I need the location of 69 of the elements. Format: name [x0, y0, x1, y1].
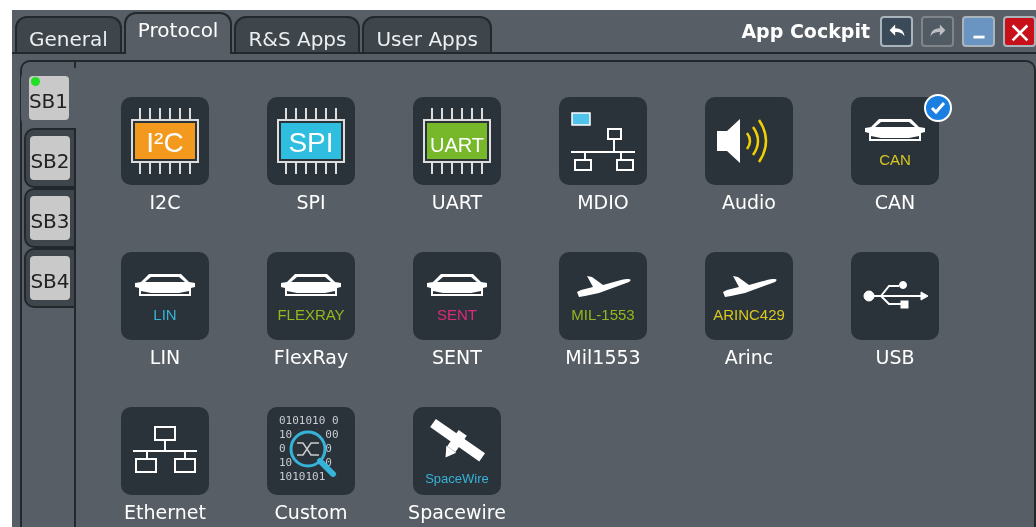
tab[interactable]: Protocol — [123, 12, 233, 54]
speaker-icon — [717, 118, 768, 164]
icon-caption: SpaceWire — [425, 471, 489, 486]
redo-icon — [930, 24, 945, 37]
icon-caption: MIL-1553 — [571, 306, 635, 323]
close-icon — [1011, 24, 1028, 41]
tab[interactable]: General — [15, 16, 122, 52]
icon-caption: CAN — [879, 151, 911, 168]
app-label: Custom — [274, 500, 348, 525]
app-button[interactable]: MIL-1553 — [559, 252, 647, 340]
app-label: Spacewire — [408, 500, 506, 525]
back-button[interactable] — [880, 16, 913, 47]
side-tab[interactable]: SB4 — [24, 248, 74, 308]
app-label: FlexRay — [273, 345, 349, 370]
car-icon — [281, 274, 341, 296]
icon-caption: FLEXRAY — [277, 306, 345, 323]
app-label: CAN — [874, 190, 916, 215]
window-title: App Cockpit — [741, 19, 870, 45]
side-tab[interactable]: SB1 — [21, 68, 76, 128]
app-label: I2C — [149, 190, 181, 215]
icon-caption: UART — [429, 134, 485, 156]
binary-digits: 0101010 0 — [279, 414, 339, 427]
tab[interactable]: R&S Apps — [234, 16, 361, 52]
chip-icon — [423, 108, 491, 174]
icon-caption: LIN — [153, 306, 177, 323]
app-label: USB — [875, 345, 915, 370]
binary-digits: 0 0 — [279, 442, 332, 455]
checkmark-icon — [923, 93, 953, 123]
app-button[interactable] — [121, 407, 209, 495]
minimize-icon — [972, 35, 985, 38]
chip-icon — [277, 108, 345, 174]
tab[interactable]: User Apps — [362, 16, 492, 52]
car-icon — [865, 119, 925, 141]
icon-caption: SPI — [288, 127, 334, 158]
app-label: SENT — [432, 345, 482, 370]
app-button[interactable] — [851, 252, 939, 340]
app-label: MDIO — [577, 190, 629, 215]
icon-caption: I²C — [146, 127, 184, 158]
binary-digits: 1010101 — [279, 470, 326, 483]
app-label: LIN — [149, 345, 181, 370]
app-label: Arinc — [724, 345, 774, 370]
network-chip-icon — [570, 112, 636, 171]
app-button[interactable]: SpaceWire — [413, 407, 501, 495]
close-button[interactable] — [1003, 16, 1036, 47]
undo-icon — [889, 24, 904, 37]
side-tab[interactable]: SB3 — [24, 188, 74, 248]
app-button[interactable]: LIN — [121, 252, 209, 340]
app-label: Audio — [722, 190, 776, 215]
app-button[interactable]: ARINC429 — [705, 252, 793, 340]
usb-icon — [863, 281, 929, 309]
app-label: Mil1553 — [565, 345, 641, 370]
car-icon — [135, 274, 195, 296]
app-button[interactable] — [705, 97, 793, 185]
icon-caption: ARINC429 — [713, 306, 785, 323]
airplane-icon — [723, 276, 777, 297]
network-icon — [132, 426, 198, 473]
app-label: SPI — [296, 190, 326, 215]
binary-digits: 10 00 — [279, 428, 339, 441]
icon-caption: SENT — [437, 306, 477, 323]
car-icon — [427, 274, 487, 296]
app-label: Ethernet — [124, 500, 206, 525]
app-button[interactable] — [559, 97, 647, 185]
app-label: UART — [431, 190, 483, 215]
app-button[interactable]: CAN — [851, 97, 939, 185]
satellite-icon — [430, 418, 485, 462]
side-tab[interactable]: SB2 — [24, 128, 74, 188]
chip-icon — [131, 108, 199, 174]
airplane-icon — [577, 276, 631, 297]
app-button[interactable]: FLEXRAY — [267, 252, 355, 340]
